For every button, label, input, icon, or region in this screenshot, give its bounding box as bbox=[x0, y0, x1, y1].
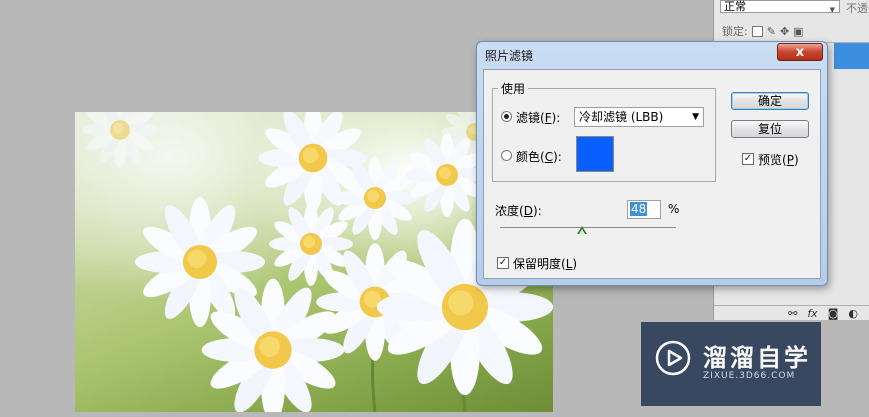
lock-label: 锁定: bbox=[722, 25, 748, 38]
opacity-label: 不透 bbox=[846, 2, 868, 15]
chevron-down-icon: ▼ bbox=[829, 6, 835, 14]
panel-footer: ⚯ fx ◙ ◐ bbox=[714, 305, 869, 320]
watermark-subtitle: ZIXUE.3D66.COM bbox=[703, 371, 796, 381]
color-swatch[interactable] bbox=[576, 136, 614, 172]
lock-transparency-icon[interactable] bbox=[751, 25, 763, 37]
preview-label[interactable]: 预览(P) bbox=[758, 151, 799, 168]
dialog-title: 照片滤镜 bbox=[485, 49, 534, 63]
lock-row: 锁定: ✎ ✥ ▣ bbox=[722, 23, 804, 39]
filter-label-text: 滤镜( bbox=[516, 111, 545, 125]
filter-label-suffix: ): bbox=[551, 111, 561, 125]
watermark: 溜溜自学 ZIXUE.3D66.COM bbox=[641, 322, 821, 406]
preview-mnemonic: P bbox=[786, 153, 794, 167]
density-label-text: 浓度( bbox=[495, 204, 524, 218]
color-label-suffix: ): bbox=[553, 150, 562, 164]
selected-layer-row[interactable] bbox=[834, 43, 869, 69]
density-slider-track[interactable] bbox=[500, 227, 676, 228]
watermark-title: 溜溜自学 bbox=[703, 344, 811, 372]
lock-icon[interactable]: ▣ bbox=[793, 25, 803, 38]
play-logo-icon bbox=[655, 340, 691, 376]
dialog-body: 使用 滤镜(F): 冷却滤镜 (LBB) ▼ 颜色(C): 浓度(D): 48 … bbox=[483, 69, 821, 279]
filter-select-value: 冷却滤镜 (LBB) bbox=[579, 110, 664, 124]
filter-mnemonic: F bbox=[544, 111, 552, 125]
close-button[interactable]: x bbox=[777, 43, 823, 61]
density-unit: % bbox=[668, 202, 680, 216]
adjustment-icon[interactable]: ◐ bbox=[848, 307, 858, 320]
preserve-luminosity-label[interactable]: 保留明度(L) bbox=[513, 255, 577, 272]
density-mnemonic: D bbox=[523, 204, 533, 218]
photo-filter-dialog: 照片滤镜 x 使用 滤镜(F): 冷却滤镜 (LBB) ▼ 颜色(C): 浓度(… bbox=[476, 41, 828, 286]
filter-select[interactable]: 冷却滤镜 (LBB) ▼ bbox=[574, 107, 704, 127]
color-mnemonic: C bbox=[544, 150, 554, 164]
move-icon[interactable]: ✥ bbox=[780, 25, 789, 38]
preview-checkbox[interactable]: ✓ bbox=[742, 153, 754, 165]
filter-radio[interactable] bbox=[501, 111, 512, 122]
color-radio[interactable] bbox=[501, 150, 512, 161]
density-label: 浓度(D): bbox=[495, 202, 542, 219]
density-value: 48 bbox=[630, 202, 648, 216]
brush-icon[interactable]: ✎ bbox=[767, 25, 776, 38]
preserve-luminosity-suffix: ) bbox=[572, 257, 578, 271]
preserve-luminosity-text: 保留明度( bbox=[513, 257, 566, 271]
density-label-suffix: ): bbox=[532, 204, 542, 218]
use-group-legend: 使用 bbox=[498, 80, 529, 97]
color-label-text: 颜色( bbox=[516, 150, 545, 164]
link-icon[interactable]: ⚯ bbox=[788, 307, 797, 320]
close-icon: x bbox=[795, 45, 805, 60]
reset-button[interactable]: 复位 bbox=[731, 120, 809, 138]
density-slider-thumb-highlight bbox=[579, 229, 585, 234]
chevron-down-icon: ▼ bbox=[692, 112, 699, 122]
preserve-luminosity-checkbox[interactable]: ✓ bbox=[497, 257, 509, 269]
fx-icon[interactable]: fx bbox=[807, 307, 817, 320]
ok-button[interactable]: 确定 bbox=[731, 92, 809, 110]
mask-icon[interactable]: ◙ bbox=[828, 307, 839, 320]
color-radio-label[interactable]: 颜色(C): bbox=[516, 148, 562, 165]
blend-mode-value: 正常 bbox=[724, 0, 746, 13]
preview-suffix: ) bbox=[793, 153, 799, 167]
preview-text: 预览( bbox=[758, 153, 787, 167]
blend-mode-select[interactable]: 正常 ▼ bbox=[720, 0, 840, 14]
density-input[interactable]: 48 bbox=[627, 200, 661, 219]
filter-radio-label[interactable]: 滤镜(F): bbox=[516, 109, 560, 126]
